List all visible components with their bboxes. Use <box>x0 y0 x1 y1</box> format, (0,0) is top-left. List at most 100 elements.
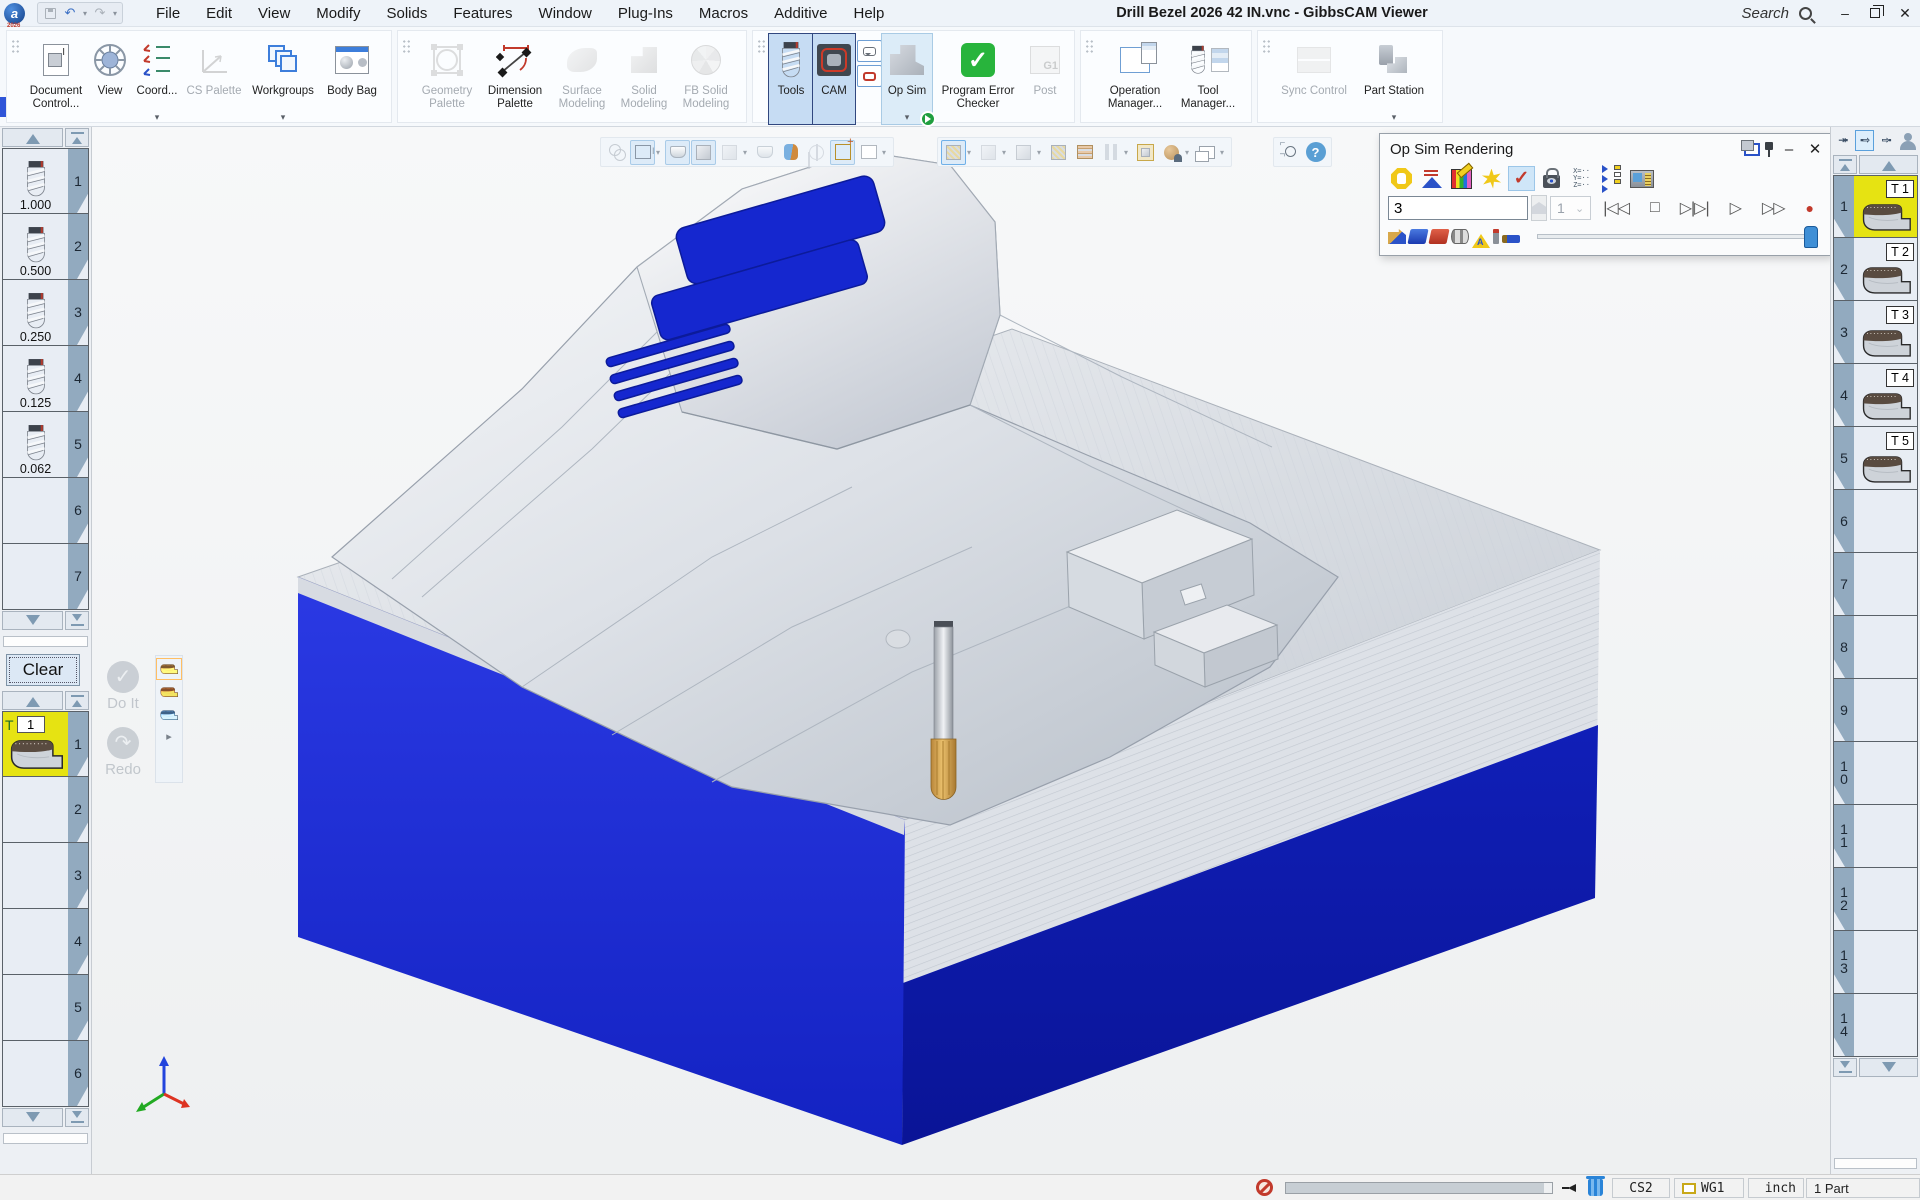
skip-to-start-button[interactable]: |◁◁ <box>1594 198 1638 218</box>
fast-forward-button[interactable]: ▷▷ <box>1753 198 1794 218</box>
op-slot-left-6[interactable]: 6 <box>2 1041 89 1107</box>
lathe-tool-display-toggle[interactable] <box>1502 235 1520 243</box>
surface-toggle-button[interactable] <box>778 140 803 165</box>
part-station-button[interactable]: Part Station ▾ <box>1354 34 1434 124</box>
document-control-button[interactable]: Document Control... <box>23 34 89 124</box>
op-tile-number[interactable]: 10 <box>1834 742 1854 804</box>
menu-file[interactable]: File <box>143 1 193 26</box>
tool-slot-6[interactable]: 6 <box>2 478 89 544</box>
part-station-dropdown-icon[interactable]: ▾ <box>1392 111 1397 124</box>
op-tile-right-9[interactable]: 9 <box>1833 679 1918 742</box>
stock-display-toggle[interactable] <box>1407 229 1428 244</box>
hidden-stock-button[interactable] <box>976 140 1001 165</box>
color-render-button[interactable] <box>1448 166 1475 191</box>
group-drag-handle[interactable] <box>11 39 20 54</box>
op-slot-number[interactable]: 4 <box>68 909 88 974</box>
scroll-bottom-button[interactable] <box>65 1108 89 1127</box>
tool-slot-number[interactable]: 4 <box>68 346 88 411</box>
cam-button[interactable]: CAM <box>813 34 855 124</box>
stock-display-button[interactable] <box>941 140 966 165</box>
redo-dropdown[interactable]: ▾ <box>110 9 120 18</box>
section-view-button[interactable] <box>1011 140 1036 165</box>
viewport-3d[interactable]: ▾ ▾ ▾ ▾ ▾ ▾ <box>92 127 1830 1174</box>
stop-button[interactable]: □ <box>1641 199 1668 217</box>
post-button[interactable]: Post <box>1024 34 1066 124</box>
op-tile-number[interactable]: 11 <box>1834 805 1854 867</box>
op-tile-number[interactable]: 6 <box>1834 490 1854 552</box>
op-slot-number[interactable]: 6 <box>68 1041 88 1106</box>
lock-view-button[interactable] <box>1538 166 1565 191</box>
zoom-fit-button[interactable] <box>1277 140 1302 165</box>
record-button[interactable]: ● <box>1797 200 1822 216</box>
menu-view[interactable]: View <box>245 1 303 26</box>
op-slot-left-5[interactable]: 5 <box>2 975 89 1041</box>
collision-check-button[interactable] <box>1478 166 1505 191</box>
machined-part-mode-button[interactable] <box>159 684 179 700</box>
dropdown-caret[interactable]: ▾ <box>1037 148 1045 157</box>
op-tile-right-13[interactable]: 13 <box>1833 931 1918 994</box>
search-icon[interactable] <box>1799 7 1812 20</box>
scroll-up-button[interactable] <box>1859 155 1918 174</box>
do-it-button[interactable]: ✓ Do It <box>95 655 151 717</box>
dropdown-caret[interactable]: ▾ <box>967 148 975 157</box>
target-part-mode-button[interactable] <box>159 707 179 723</box>
minimize-button[interactable]: – <box>1830 0 1860 26</box>
tool-slot-number[interactable]: 5 <box>68 412 88 477</box>
menu-help[interactable]: Help <box>840 1 897 26</box>
slider-handle[interactable] <box>1804 226 1818 248</box>
tool-slot-number[interactable]: 6 <box>68 478 88 543</box>
coord-button[interactable]: Coord... ▾ <box>131 34 183 124</box>
workgroups-dropdown-icon[interactable]: ▾ <box>281 111 286 124</box>
group-drag-handle[interactable] <box>1262 39 1271 54</box>
tool-slot-1[interactable]: 1.0001 <box>2 148 89 214</box>
op-slot-left-2[interactable]: 2 <box>2 777 89 843</box>
dropdown-caret[interactable]: ▾ <box>743 148 751 157</box>
save-button[interactable] <box>40 4 60 22</box>
open-box-button[interactable] <box>752 140 777 165</box>
dropdown-caret[interactable]: ▾ <box>1124 148 1132 157</box>
op-tile-right-12[interactable]: 12 <box>1833 868 1918 931</box>
menu-solids[interactable]: Solids <box>373 1 440 26</box>
group-drag-handle[interactable] <box>757 39 766 54</box>
op-tile-right-10[interactable]: 10 <box>1833 742 1918 805</box>
cam-note-button[interactable] <box>857 40 882 62</box>
fixture-display-toggle[interactable] <box>1493 229 1499 244</box>
operation-manager-button[interactable]: Operation Manager... <box>1097 34 1173 124</box>
sync-control-button[interactable]: Sync Control <box>1274 34 1354 124</box>
workgroups-button[interactable]: Workgroups ▾ <box>245 34 321 124</box>
op-tile-right-1[interactable]: 1T 1 <box>1833 175 1918 238</box>
scroll-down-button[interactable] <box>2 1108 63 1127</box>
workflow-next-button[interactable]: ⇨▪ <box>1876 130 1896 151</box>
wireframe-view-button[interactable] <box>717 140 742 165</box>
step-button[interactable]: ▷|▷| <box>1671 198 1718 218</box>
op-slot-left-3[interactable]: 3 <box>2 843 89 909</box>
op-tile-right-8[interactable]: 8 <box>1833 616 1918 679</box>
op-tile-number[interactable]: 13 <box>1834 931 1854 993</box>
blank-style-button[interactable] <box>856 140 881 165</box>
scroll-top-button[interactable] <box>1833 155 1857 174</box>
home-button[interactable] <box>1531 195 1547 221</box>
op-tile-right-5[interactable]: 5T 5 <box>1833 427 1918 490</box>
alarm-display-toggle[interactable] <box>1472 225 1490 248</box>
dropdown-caret[interactable]: ▾ <box>882 148 890 157</box>
tool-slot-3[interactable]: 0.2503 <box>2 280 89 346</box>
close-button[interactable]: ✕ <box>1890 0 1920 26</box>
play-button[interactable]: ▷ <box>1721 198 1750 218</box>
split-view-button[interactable] <box>1098 140 1123 165</box>
op-tile-number[interactable]: 7 <box>1834 553 1854 615</box>
add-geometry-button[interactable] <box>830 140 855 165</box>
shaded-view-button[interactable] <box>665 140 690 165</box>
stock-part-mode-button[interactable] <box>159 661 179 677</box>
tool-slot-number[interactable]: 3 <box>68 280 88 345</box>
coord-dropdown-icon[interactable]: ▾ <box>155 111 160 124</box>
flyout-arrow-icon[interactable]: ▸ <box>166 730 172 743</box>
render-priority-button[interactable] <box>1598 166 1625 191</box>
view-button[interactable]: View <box>89 34 131 124</box>
tool-slot-2[interactable]: 0.5002 <box>2 214 89 280</box>
scroll-top-button[interactable] <box>65 128 89 147</box>
op-sim-button[interactable]: Op Sim ▾ <box>882 34 932 124</box>
scroll-top-button[interactable] <box>65 691 89 710</box>
menu-plugins[interactable]: Plug-Ins <box>605 1 686 26</box>
op-slot-left-1[interactable]: T11 <box>2 711 89 777</box>
redo-button[interactable]: ↷ <box>90 4 110 22</box>
